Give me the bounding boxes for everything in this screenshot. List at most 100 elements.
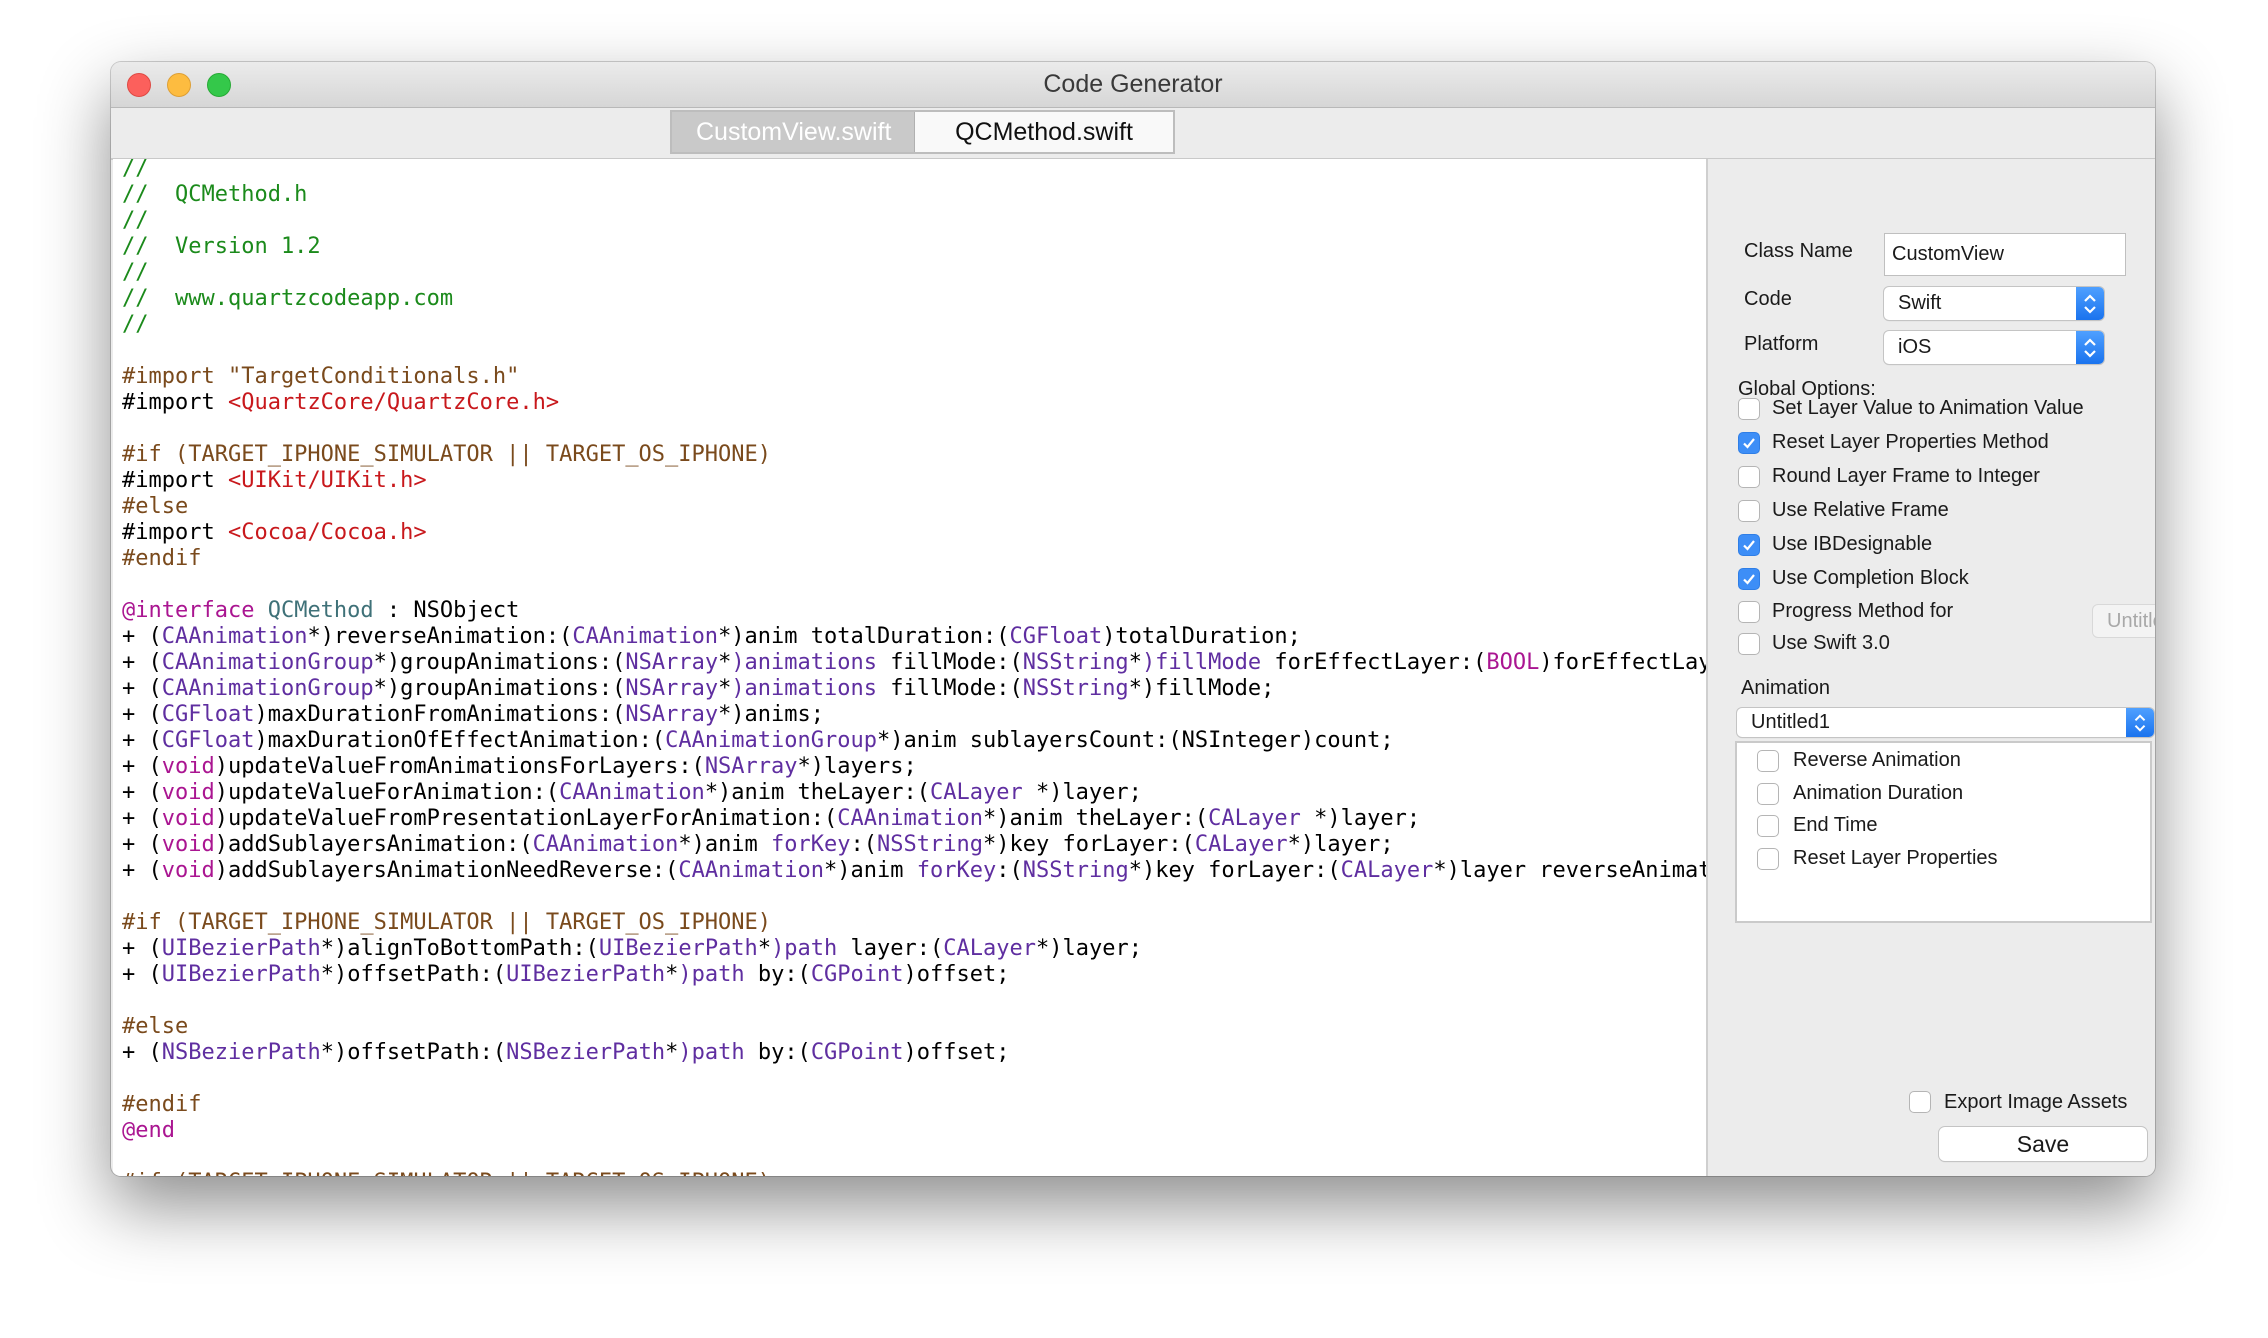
code-language-select[interactable]: Swift [1884,287,2104,320]
progress-method-for-checkbox[interactable] [1738,601,1760,623]
code-token: + ( [122,650,162,675]
code-token: *)anim theLayer:( [982,806,1209,831]
animation-duration-checkbox[interactable] [1757,782,1779,805]
updown-chevron-icon [2076,331,2104,364]
code-token: #import [122,520,228,545]
code-view[interactable]: //// QCMethod.h//// Version 1.2//// www.… [113,159,1708,1176]
code-token: CGPoint [810,1040,904,1065]
code-line: // [122,159,1706,182]
code-token: CGPoint [810,962,904,987]
code-line: + (CAAnimationGroup*)groupAnimations:(NS… [122,650,1706,676]
code-token: NSArray [625,676,719,701]
end-time-label: End Time [1793,814,1878,836]
code-token: fillMode:( [877,650,1023,675]
use-relative-frame-label: Use Relative Frame [1772,499,1949,521]
use-ibdesignable-label: Use IBDesignable [1772,533,1933,555]
code-token: #endif [122,1092,202,1117]
code-line: #import <QuartzCore/QuartzCore.h> [122,390,1706,416]
code-token: )updateValueFromPresentationLayerForAnim… [214,806,838,831]
checkmark-icon [1743,438,1755,449]
code-line: #if (TARGET_IPHONE_SIMULATOR || TARGET_O… [122,442,1706,468]
code-token: *)anim [824,858,917,883]
code-token: UIBezierPath [161,936,321,961]
file-tabs: CustomView.swift QCMethod.swift [670,110,1175,154]
code-token: + ( [122,962,162,987]
code-token: @end [122,1118,175,1143]
use-completion-block-checkbox[interactable] [1738,568,1760,590]
code-token: #if (TARGET_IPHONE_SIMULATOR || TARGET_O… [122,1170,771,1176]
code-token: forEffectLayer:( [1261,650,1487,675]
export-image-assets-checkbox[interactable] [1909,1091,1931,1113]
code-token: // [122,159,149,181]
platform-select[interactable]: iOS [1884,331,2104,364]
code-line: #import <UIKit/UIKit.h> [122,468,1706,494]
code-token: *)anim sublayersCount:(NSInteger)count; [877,728,1394,753]
code-token: + ( [122,728,162,753]
class-name-field[interactable]: CustomView [1884,233,2126,276]
code-token: CAAnimation [837,806,983,831]
tab-qcmethod-swift[interactable]: QCMethod.swift [915,112,1173,152]
code-line: + (CGFloat)maxDurationOfEffectAnimation:… [122,728,1706,754]
code-token: *)anim theLayer:( [704,780,930,805]
code-token: )offset; [903,962,1010,987]
code-line: @end [122,1118,1706,1144]
use-swift-3-0-checkbox[interactable] [1738,633,1760,655]
code-line: + (void)addSublayersAnimation:(CAAnimati… [122,832,1706,858]
code-line: + (CAAnimation*)reverseAnimation:(CAAnim… [122,624,1706,650]
code-line: // www.quartzcodeapp.com [122,286,1706,312]
code-token: *)anims; [718,702,825,727]
code-token: // Version 1.2 [122,234,321,259]
reset-layer-properties-method-checkbox[interactable] [1738,432,1760,454]
code-token: CAAnimation [532,832,679,857]
platform-label: Platform [1744,333,1819,355]
code-line: + (void)updateValueFromAnimationsForLaye… [122,754,1706,780]
code-token: NSString [1022,650,1129,675]
code-token: )updateValueFromAnimationsForLayers:( [214,754,705,779]
code-token: void [161,806,215,831]
code-token: *)alignToBottomPath:( [320,936,599,961]
save-button[interactable]: Save [1939,1127,2147,1161]
code-token: forKey [916,858,997,883]
code-token: CAAnimationGroup [161,676,374,701]
code-token: *)anim totalDuration:( [718,624,1010,649]
round-layer-frame-to-integer-checkbox[interactable] [1738,466,1760,488]
code-token: CALayer [1208,806,1301,831]
code-token: *)layer; [1300,806,1421,831]
end-time-checkbox[interactable] [1757,815,1779,837]
code-token: NSArray [625,650,719,675]
progress-method-select[interactable]: Untitled1 [2093,605,2155,637]
code-token: // [122,260,149,285]
code-token: void [161,832,215,857]
set-layer-value-to-animation-value-checkbox[interactable] [1738,398,1760,420]
code-line: // QCMethod.h [122,182,1706,208]
code-token: CALayer [1340,858,1434,883]
export-image-assets-label: Export Image Assets [1944,1091,2128,1113]
use-relative-frame-checkbox[interactable] [1738,500,1760,522]
use-ibdesignable-checkbox[interactable] [1738,534,1760,556]
code-token: NSString [1022,858,1129,883]
animation-select[interactable]: Untitled1 [1737,708,2154,737]
code-token: // [122,312,149,337]
code-token: CALayer [943,936,1036,961]
code-token: UIBezierPath [506,962,666,987]
code-token: *)offsetPath:( [320,962,507,987]
code-token: // [122,208,149,233]
reverse-animation-checkbox[interactable] [1757,750,1779,772]
code-token: void [161,858,215,883]
code-token: *)fillMode; [1128,676,1275,701]
code-line: #if (TARGET_IPHONE_SIMULATOR || TARGET_O… [122,1170,1706,1176]
tab-customview-swift[interactable]: CustomView.swift [672,112,915,152]
updown-chevron-icon [2126,708,2154,737]
code-token: @interface [122,598,255,623]
reset-layer-properties-checkbox[interactable] [1757,847,1779,870]
animation-duration-label: Animation Duration [1793,781,1964,804]
code-line: + (void)addSublayersAnimationNeedReverse… [122,858,1706,884]
reset-layer-properties-method-label: Reset Layer Properties Method [1772,431,2049,453]
code-token: UIBezierPath [598,936,758,961]
